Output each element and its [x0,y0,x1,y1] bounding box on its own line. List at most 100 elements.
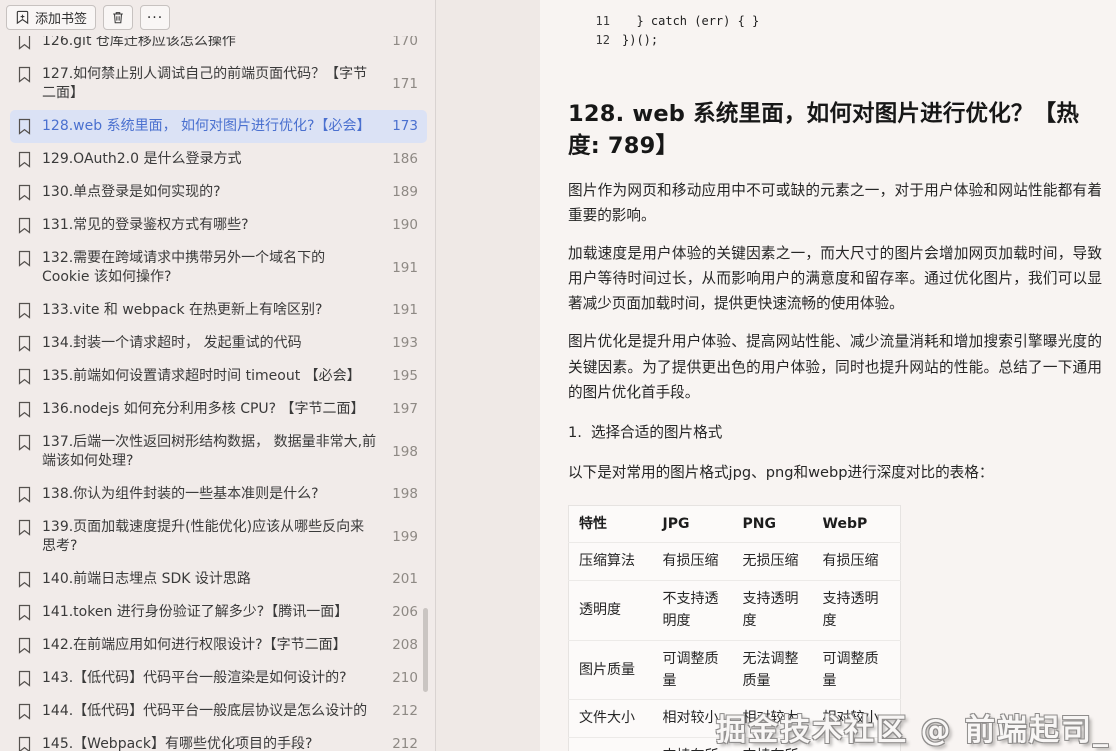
bookmark-item[interactable]: 133.vite 和 webpack 在热更新上有啥区别?191 [10,294,427,327]
bookmark-icon [17,118,32,135]
bookmark-item[interactable]: 145.【Webpack】有哪些优化项目的手段? 212 [10,728,427,751]
table-row: 透明度不支持透明度支持透明度支持透明度 [569,580,901,640]
bookmark-item[interactable]: 139.页面加载速度提升(性能优化)应该从哪些反向来思考?199 [10,511,427,563]
bookmark-list: 126.git 仓库迁移应该怎么操作170127.如何禁止别人调试自己的前端页面… [0,36,435,751]
bookmark-icon [17,637,32,654]
reader-window: 添加书签 ··· 126.git 仓库迁移应该怎么操作170127.如何禁止别人… [0,0,1116,751]
bookmark-item-label: 127.如何禁止别人调试自己的前端页面代码？【字节二面】 [42,65,376,103]
bookmark-item-page: 195 [392,367,418,386]
bookmark-item-page: 191 [392,301,418,320]
add-bookmark-button[interactable]: 添加书签 [6,5,96,30]
bookmark-item[interactable]: 138.你认为组件封装的一些基本准则是什么?198 [10,478,427,511]
bookmark-item[interactable]: 131.常见的登录鉴权方式有哪些? 190 [10,209,427,242]
table-header-cell: JPG [653,505,733,542]
bookmark-item-label: 128.web 系统里面， 如何对图片进行优化?【必会】 [42,117,376,136]
bookmark-icon [17,250,32,267]
bookmark-item[interactable]: 144.【低代码】代码平台一般底层协议是怎么设计的212 [10,695,427,728]
bookmark-add-icon [15,10,30,25]
list-item-format: 1. 选择合适的图片格式 [568,420,1102,445]
bookmark-item[interactable]: 140.前端日志埋点 SDK 设计思路201 [10,563,427,596]
code-line-text: })(); [622,31,658,50]
code-line-number: 11 [590,12,610,31]
bookmark-item[interactable]: 130.单点登录是如何实现的? 189 [10,176,427,209]
bookmark-item-page: 197 [392,400,418,419]
table-row: 压缩算法有损压缩无损压缩有损压缩 [569,543,901,580]
table-cell: 不支持透明度 [653,580,733,640]
bookmark-item-label: 145.【Webpack】有哪些优化项目的手段? [42,735,376,751]
add-bookmark-label: 添加书签 [35,8,87,27]
bookmark-icon [17,66,32,83]
bookmark-item-page: 190 [392,216,418,235]
bookmark-icon [17,486,32,503]
table-cell: 相对较大 [733,700,813,737]
bookmark-item-page: 189 [392,183,418,202]
bookmark-item-page: 212 [392,735,418,751]
table-row: 文件大小相对较小相对较大相对较小 [569,700,901,737]
bookmark-item[interactable]: 127.如何禁止别人调试自己的前端页面代码？【字节二面】 171 [10,58,427,110]
bookmark-item-page: 208 [392,636,418,655]
bookmark-item-label: 129.OAuth2.0 是什么登录方式 [42,150,376,169]
bookmark-item-label: 141.token 进行身份验证了解多少?【腾讯一面】 [42,603,376,622]
sidebar-scrollbar-thumb[interactable] [423,608,428,692]
code-block: 11 } catch (err) { }12})(); [590,12,1102,50]
table-cell: 可调整质量 [653,640,733,700]
table-cell: 可调整质量 [813,640,901,700]
paragraph: 图片优化是提升用户体验、提高网站性能、减少流量消耗和增加搜索引擎曝光度的关键因素… [568,329,1102,404]
bookmark-icon [17,368,32,385]
bookmark-item-label: 132.需要在跨域请求中携带另外一个域名下的 Cookie 该如何操作? [42,249,376,287]
bookmark-item-label: 138.你认为组件封装的一些基本准则是什么? [42,485,376,504]
table-cell: 支持透明度 [813,580,901,640]
bookmark-item[interactable]: 141.token 进行身份验证了解多少?【腾讯一面】206 [10,596,427,629]
bookmark-item[interactable]: 128.web 系统里面， 如何对图片进行优化?【必会】 173 [10,110,427,143]
bookmark-item[interactable]: 142.在前端应用如何进行权限设计?【字节二面】 208 [10,629,427,662]
table-cell: 文件大小 [569,700,653,737]
bookmark-item-label: 136.nodejs 如何充分利用多核 CPU? 【字节二面】 [42,400,376,419]
table-cell: 图片质量 [569,640,653,700]
table-cell: 无损压缩 [733,543,813,580]
list-text: 选择合适的图片格式 [591,420,1102,445]
table-cell: 透明度 [569,580,653,640]
trash-icon [111,10,125,25]
bookmark-item-page: 199 [392,528,418,547]
code-line-number: 12 [590,31,610,50]
bookmark-item[interactable]: 143.【低代码】代码平台一般渲染是如何设计的?210 [10,662,427,695]
bookmark-item-page: 186 [392,150,418,169]
more-options-button[interactable]: ··· [140,5,170,30]
table-row: 图片质量可调整质量无法调整质量可调整质量 [569,640,901,700]
bookmark-item-label: 142.在前端应用如何进行权限设计?【字节二面】 [42,636,376,655]
delete-bookmark-button[interactable] [103,5,133,30]
document-page: 11 } catch (err) { }12})(); 128. web 系统里… [540,0,1116,751]
bookmark-icon [17,519,32,536]
bookmark-item[interactable]: 132.需要在跨域请求中携带另外一个域名下的 Cookie 该如何操作?191 [10,242,427,294]
ellipsis-icon: ··· [147,11,163,25]
bookmark-item-label: 137.后端一次性返回树形结构数据， 数据量非常大,前端该如何处理? [42,433,376,471]
bookmark-item-label: 144.【低代码】代码平台一般底层协议是怎么设计的 [42,702,376,721]
bookmark-item[interactable]: 136.nodejs 如何充分利用多核 CPU? 【字节二面】 197 [10,393,427,426]
bookmark-icon [17,571,32,588]
bookmark-item-label: 130.单点登录是如何实现的? [42,183,376,202]
table-cell: 部分浏览器支持 [813,737,901,751]
code-line-text: } catch (err) { } [622,12,759,31]
bookmark-item[interactable]: 134.封装一个请求超时， 发起重试的代码193 [10,327,427,360]
table-cell: 有损压缩 [813,543,901,580]
table-cell: 压缩算法 [569,543,653,580]
bookmark-icon [17,670,32,687]
bookmark-item[interactable]: 137.后端一次性返回树形结构数据， 数据量非常大,前端该如何处理?198 [10,426,427,478]
bookmark-item[interactable]: 135.前端如何设置请求超时时间 timeout 【必会】195 [10,360,427,393]
format-comparison-table: 特性JPGPNGWebP 压缩算法有损压缩无损压缩有损压缩透明度不支持透明度支持… [568,505,901,751]
bookmark-item-page: 173 [392,117,418,136]
table-header-cell: WebP [813,505,901,542]
bookmark-item[interactable]: 129.OAuth2.0 是什么登录方式 186 [10,143,427,176]
bookmark-item-page: 193 [392,334,418,353]
document-viewer: 11 } catch (err) { }12})(); 128. web 系统里… [436,0,1116,751]
table-body: 压缩算法有损压缩无损压缩有损压缩透明度不支持透明度支持透明度支持透明度图片质量可… [569,543,901,751]
code-line: 11 } catch (err) { } [590,12,1102,31]
table-cell: 有损压缩 [653,543,733,580]
paragraph: 加载速度是用户体验的关键因素之一，而大尺寸的图片会增加网页加载时间，导致用户等待… [568,241,1102,316]
bookmark-item-label: 131.常见的登录鉴权方式有哪些? [42,216,376,235]
bookmark-item-page: 201 [392,570,418,589]
bookmark-item-page: 171 [392,75,418,94]
bookmarks-panel: 添加书签 ··· 126.git 仓库迁移应该怎么操作170127.如何禁止别人… [0,0,436,751]
paragraph: 图片作为网页和移动应用中不可或缺的元素之一，对于用户体验和网站性能都有着重要的影… [568,178,1102,228]
bookmarks-toolbar: 添加书签 ··· [0,0,435,36]
